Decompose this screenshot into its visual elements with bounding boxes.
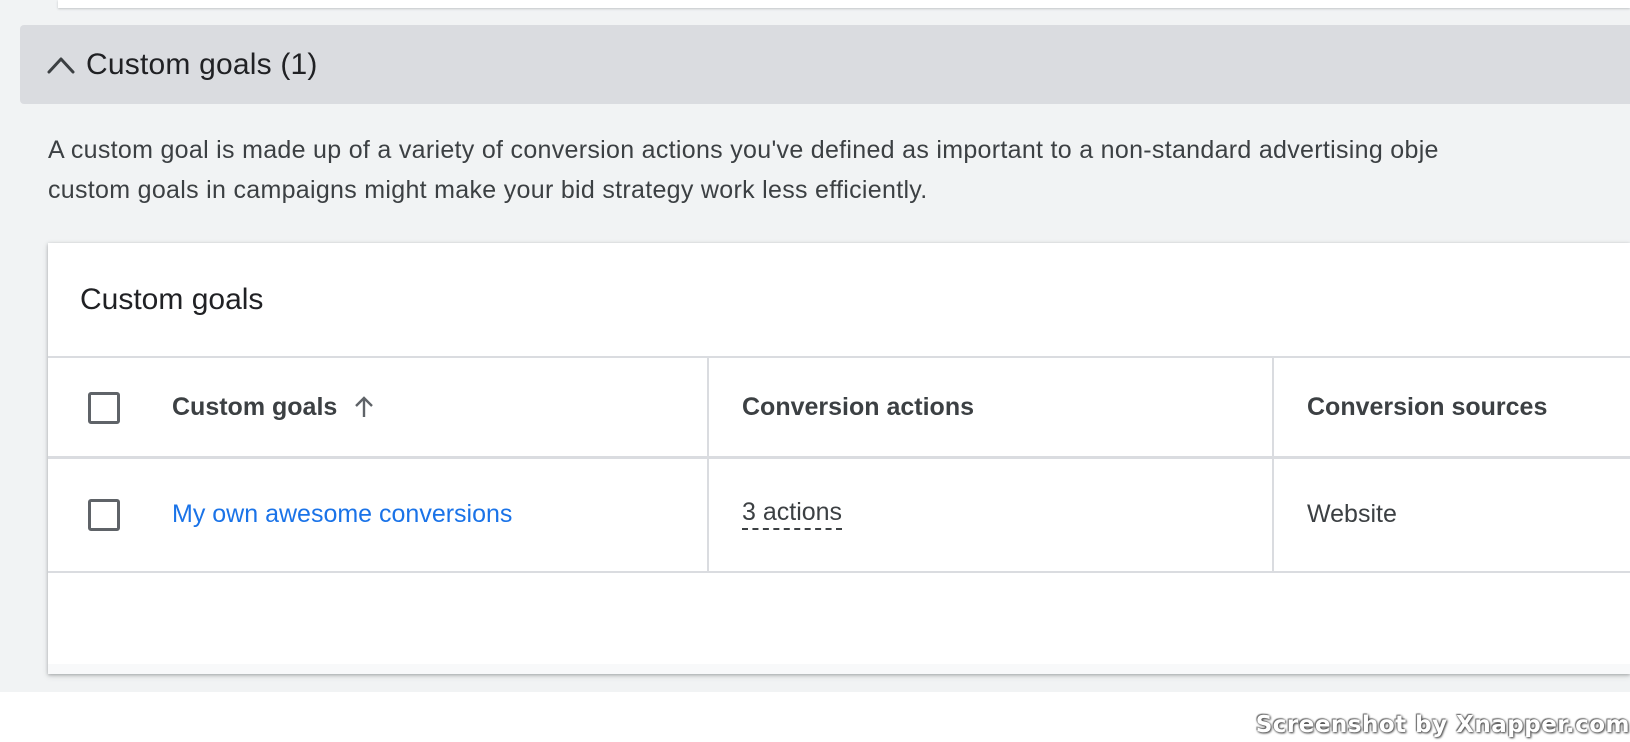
custom-goals-card: Custom goals Custom goals Conversion act… (48, 243, 1630, 674)
table-header-row: Custom goals Conversion actions Conversi… (48, 356, 1630, 459)
arrow-up-icon[interactable] (351, 394, 377, 420)
select-all-checkbox[interactable] (88, 392, 120, 424)
column-divider (707, 457, 709, 571)
chevron-up-icon[interactable] (44, 48, 78, 82)
column-divider (1272, 457, 1274, 571)
column-header-label: Conversion actions (742, 392, 974, 421)
column-divider (1272, 358, 1274, 456)
custom-goals-section-header[interactable]: Custom goals (1) (20, 25, 1630, 104)
column-header-conversion-actions[interactable]: Conversion actions (742, 358, 974, 456)
column-header-label: Conversion sources (1307, 392, 1548, 421)
row-checkbox[interactable] (88, 499, 120, 531)
actions-cell: 3 actions (742, 457, 843, 571)
table-row: My own awesome conversions 3 actions Web… (48, 457, 1630, 573)
sources-cell: Website (1307, 457, 1397, 571)
conversion-actions-tooltip-trigger[interactable]: 3 actions (742, 498, 843, 530)
card-footer-strip (48, 664, 1630, 674)
section-title: Custom goals (1) (86, 47, 318, 81)
section-description: A custom goal is made up of a variety of… (48, 130, 1630, 210)
column-header-custom-goals[interactable]: Custom goals (172, 358, 377, 456)
goal-name-link[interactable]: My own awesome conversions (172, 500, 512, 529)
description-line-2: custom goals in campaigns might make you… (48, 176, 928, 204)
column-divider (707, 358, 709, 456)
column-header-label: Custom goals (172, 392, 338, 421)
description-line-1: A custom goal is made up of a variety of… (48, 136, 1439, 164)
card-title: Custom goals (80, 283, 264, 316)
goal-cell: My own awesome conversions (172, 457, 512, 571)
previous-section-card-edge (58, 0, 1630, 8)
conversion-sources-value: Website (1307, 499, 1397, 528)
column-header-conversion-sources[interactable]: Conversion sources (1307, 358, 1547, 456)
watermark: Screenshot by Xnapper.com (1255, 712, 1630, 738)
